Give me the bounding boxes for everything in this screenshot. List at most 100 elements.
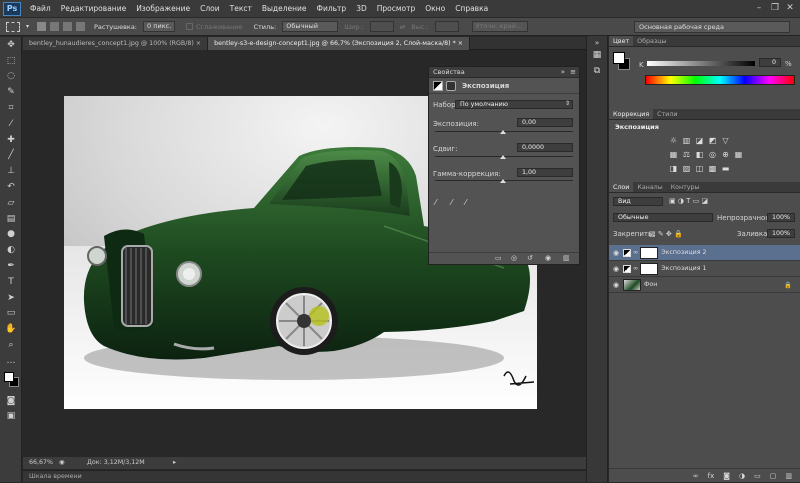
menu-file[interactable]: Файл (25, 4, 56, 13)
tab-layers[interactable]: Слои (609, 182, 634, 192)
menu-view[interactable]: Просмотр (372, 4, 421, 13)
curves-icon[interactable]: ◪ (694, 135, 705, 146)
intersect-selection-icon[interactable] (76, 22, 86, 31)
brightness-icon[interactable]: ☼ (668, 135, 679, 146)
menu-3d[interactable]: 3D (351, 4, 372, 13)
brush-tool-icon[interactable]: ╱ (0, 148, 22, 164)
antialias-checkbox[interactable] (186, 23, 194, 30)
layer-row[interactable]: ◉ ∞ Экспозиция 2 (609, 245, 800, 261)
menu-image[interactable]: Изображение (131, 4, 195, 13)
menu-layers[interactable]: Слои (195, 4, 225, 13)
layer-name[interactable]: Фон (644, 281, 657, 288)
new-group-icon[interactable]: ▭ (754, 472, 761, 480)
tab-color[interactable]: Цвет (609, 36, 634, 46)
tab-document-1[interactable]: bentley_hunaudieres_concept1.jpg @ 100% … (23, 37, 209, 50)
clip-layer-icon[interactable]: ▭ (495, 254, 502, 262)
photo-filter-icon[interactable]: ◎ (707, 149, 718, 160)
reset-icon[interactable]: ↺ (527, 254, 533, 262)
channel-mixer-icon[interactable]: ⊕ (720, 149, 731, 160)
eraser-tool-icon[interactable]: ▱ (0, 195, 22, 211)
move-tool-icon[interactable]: ✥ (0, 37, 22, 53)
filter-icons[interactable]: ▣ ◑ T ▭ ◪ (669, 197, 708, 205)
fill-input[interactable]: 100% (767, 229, 795, 238)
mask-icon[interactable] (446, 80, 456, 91)
history-brush-tool-icon[interactable]: ↶ (0, 179, 22, 195)
visibility-icon[interactable]: ◉ (545, 254, 551, 262)
gamma-slider-thumb[interactable] (500, 179, 506, 183)
zoom-tool-icon[interactable]: ⌕ (0, 337, 22, 353)
gray-slider[interactable] (647, 61, 755, 66)
layer-row[interactable]: ◉ ∞ Экспозиция 1 (609, 261, 800, 277)
new-selection-icon[interactable] (37, 22, 47, 31)
eyedropper-black-icon[interactable]: ⁄ (435, 198, 436, 207)
offset-slider-thumb[interactable] (500, 155, 506, 159)
color-lookup-icon[interactable]: ▦ (733, 149, 744, 160)
close-button[interactable]: ✕ (783, 2, 797, 14)
gradient-map-icon[interactable]: ▬ (720, 163, 731, 174)
dodge-tool-icon[interactable]: ◐ (0, 242, 22, 258)
menu-help[interactable]: Справка (450, 4, 493, 13)
layer-mask-thumbnail[interactable] (640, 262, 659, 275)
hand-tool-icon[interactable]: ✋ (0, 321, 22, 337)
tab-paths[interactable]: Контуры (667, 182, 704, 192)
color-balance-icon[interactable]: ⚖ (681, 149, 692, 160)
style-select[interactable]: Обычный (282, 21, 339, 32)
zoom-level[interactable]: 66,67% (29, 457, 53, 469)
tab-channels[interactable]: Каналы (633, 182, 666, 192)
link-layers-icon[interactable]: ∞ (693, 472, 699, 480)
width-input[interactable] (369, 21, 394, 32)
marquee-tool-icon[interactable]: ⬚ (0, 53, 22, 69)
exposure-icon[interactable]: ◩ (707, 135, 718, 146)
hue-saturation-icon[interactable]: ▦ (668, 149, 679, 160)
tab-swatches[interactable]: Образцы (633, 36, 670, 46)
view-previous-icon[interactable]: ◎ (511, 254, 517, 262)
height-input[interactable] (434, 21, 459, 32)
crop-tool-icon[interactable]: ⌗ (0, 100, 22, 116)
swap-icon[interactable]: ⇄ (400, 23, 405, 31)
collapse-icon[interactable]: » (561, 68, 565, 76)
menu-type[interactable]: Текст (225, 4, 257, 13)
eyedropper-gray-icon[interactable]: ⁄ (451, 198, 452, 207)
healing-tool-icon[interactable]: ✚ (0, 132, 22, 148)
tab-adjustments[interactable]: Коррекция (609, 109, 654, 119)
blur-tool-icon[interactable]: ● (0, 227, 22, 243)
layer-name[interactable]: Экспозиция 2 (661, 249, 706, 256)
clone-stamp-tool-icon[interactable]: ⊥ (0, 163, 22, 179)
invert-icon[interactable]: ◨ (668, 163, 679, 174)
maximize-button[interactable]: ❐ (768, 2, 782, 14)
more-tools-icon[interactable]: … (0, 353, 22, 369)
link-icon[interactable]: ∞ (633, 249, 638, 256)
new-adjustment-icon[interactable]: ◑ (739, 472, 745, 480)
collapse-icon[interactable]: » (587, 36, 607, 50)
exposure-slider-thumb[interactable] (500, 130, 506, 134)
trash-icon[interactable]: ▥ (785, 472, 792, 480)
menu-window[interactable]: Окно (420, 4, 450, 13)
link-icon[interactable]: ∞ (633, 265, 638, 272)
chevron-right-icon[interactable]: ▸ (173, 457, 176, 469)
quick-mask-icon[interactable]: ◙ (0, 393, 22, 409)
type-tool-icon[interactable]: T (0, 274, 22, 290)
pen-tool-icon[interactable]: ✒ (0, 258, 22, 274)
gradient-tool-icon[interactable]: ▤ (0, 211, 22, 227)
properties-icon[interactable]: ⧉ (587, 66, 607, 82)
screen-mode-icon[interactable]: ▣ (0, 409, 22, 425)
layer-filter-select[interactable]: Вид (613, 197, 663, 206)
menu-edit[interactable]: Редактирование (56, 4, 131, 13)
path-select-tool-icon[interactable]: ➤ (0, 290, 22, 306)
opacity-input[interactable]: 100% (767, 213, 795, 222)
trash-icon[interactable]: ▥ (563, 254, 570, 262)
layer-row[interactable]: ◉ Фон 🔒 (609, 277, 800, 293)
threshold-icon[interactable]: ◫ (694, 163, 705, 174)
layer-style-icon[interactable]: fx (708, 472, 715, 480)
panel-menu-icon[interactable]: ≡ (570, 68, 576, 76)
add-mask-icon[interactable]: ◙ (723, 472, 730, 480)
shape-tool-icon[interactable]: ▭ (0, 306, 22, 322)
visibility-icon[interactable]: ◉ (609, 265, 623, 273)
visibility-icon[interactable]: ◉ (609, 281, 623, 289)
workspace-select[interactable]: Основная рабочая среда (634, 21, 790, 33)
color-spectrum[interactable] (645, 75, 795, 85)
posterize-icon[interactable]: ▨ (681, 163, 692, 174)
selective-color-icon[interactable]: ▩ (707, 163, 718, 174)
layer-thumbnail[interactable] (623, 278, 641, 291)
new-layer-icon[interactable]: ▢ (770, 472, 777, 480)
